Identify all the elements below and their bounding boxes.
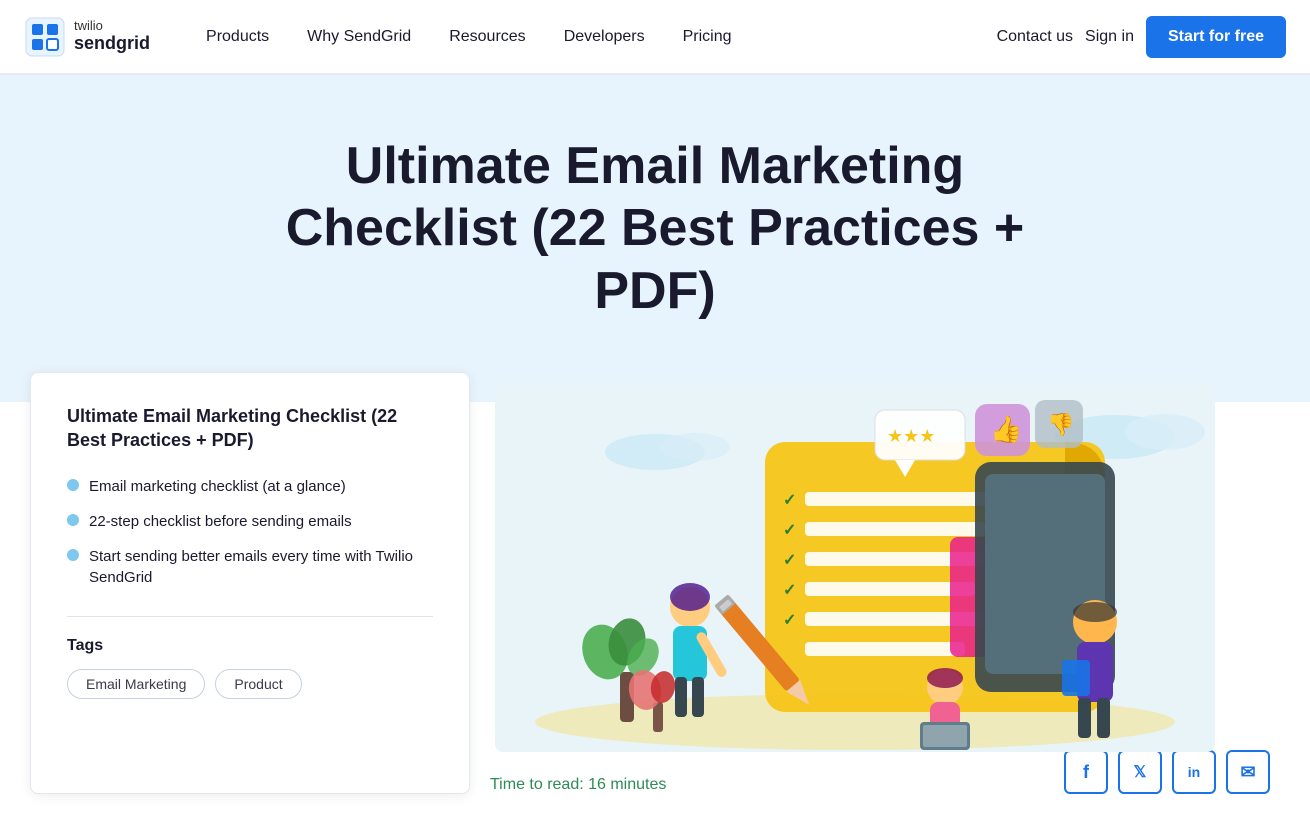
hero-title: Ultimate Email Marketing Checklist (22 B… xyxy=(245,135,1065,322)
svg-text:👎: 👎 xyxy=(1047,412,1074,437)
bullet-text-3: Start sending better emails every time w… xyxy=(89,546,433,588)
card-divider xyxy=(67,616,433,617)
svg-text:✓: ✓ xyxy=(783,522,796,539)
facebook-icon: f xyxy=(1083,762,1089,783)
list-item: Start sending better emails every time w… xyxy=(67,546,433,588)
facebook-share-button[interactable]: f xyxy=(1064,750,1108,794)
bullet-text-2: 22-step checklist before sending emails xyxy=(89,511,352,532)
time-to-read: Time to read: 16 minutes xyxy=(480,776,666,794)
illustration: ✓ ✓ ✓ ✓ ✓ xyxy=(480,382,1230,752)
nav-developers[interactable]: Developers xyxy=(548,20,661,54)
bullet-text-1: Email marketing checklist (at a glance) xyxy=(89,476,346,497)
logo-line1: twilio xyxy=(74,19,150,33)
svg-text:✓: ✓ xyxy=(783,612,796,629)
svg-text:★★★: ★★★ xyxy=(887,426,935,446)
nav-right: Contact us Sign in Start for free xyxy=(997,16,1286,58)
social-icons: f 𝕏 in ✉ xyxy=(1064,750,1280,794)
nav-signin[interactable]: Sign in xyxy=(1085,28,1134,46)
card-title: Ultimate Email Marketing Checklist (22 B… xyxy=(67,405,433,452)
nav-pricing[interactable]: Pricing xyxy=(667,20,748,54)
bottom-row: Time to read: 16 minutes f 𝕏 in ✉ xyxy=(480,760,1280,794)
nav-why-sendgrid[interactable]: Why SendGrid xyxy=(291,20,427,54)
bullet-dot xyxy=(67,479,79,491)
nav-products[interactable]: Products xyxy=(190,20,285,54)
svg-text:✓: ✓ xyxy=(783,492,796,509)
nav-resources[interactable]: Resources xyxy=(433,20,541,54)
svg-text:👍: 👍 xyxy=(990,414,1022,444)
toc-card: Ultimate Email Marketing Checklist (22 B… xyxy=(30,372,470,794)
tags-label: Tags xyxy=(67,637,433,655)
list-item: 22-step checklist before sending emails xyxy=(67,511,433,532)
tag-product[interactable]: Product xyxy=(215,669,301,699)
navbar: twilio sendgrid Products Why SendGrid Re… xyxy=(0,0,1310,75)
start-free-button[interactable]: Start for free xyxy=(1146,16,1286,58)
right-area: ✓ ✓ ✓ ✓ ✓ xyxy=(470,372,1280,794)
bullet-dot xyxy=(67,549,79,561)
logo[interactable]: twilio sendgrid xyxy=(24,16,150,58)
hero-section: Ultimate Email Marketing Checklist (22 B… xyxy=(0,75,1310,402)
linkedin-share-button[interactable]: in xyxy=(1172,750,1216,794)
bullet-dot xyxy=(67,514,79,526)
checklist-illustration: ✓ ✓ ✓ ✓ ✓ xyxy=(480,382,1230,752)
svg-text:✓: ✓ xyxy=(783,582,796,599)
twilio-logo-icon xyxy=(24,16,66,58)
tag-email-marketing[interactable]: Email Marketing xyxy=(67,669,205,699)
content-area: Ultimate Email Marketing Checklist (22 B… xyxy=(0,372,1310,794)
svg-text:✓: ✓ xyxy=(783,552,796,569)
list-item: Email marketing checklist (at a glance) xyxy=(67,476,433,497)
tags-row: Email Marketing Product xyxy=(67,669,433,699)
email-share-button[interactable]: ✉ xyxy=(1226,750,1270,794)
logo-line2: sendgrid xyxy=(74,34,150,54)
nav-links: Products Why SendGrid Resources Develope… xyxy=(190,20,997,54)
email-icon: ✉ xyxy=(1240,762,1255,783)
x-twitter-icon: 𝕏 xyxy=(1134,762,1147,782)
linkedin-icon: in xyxy=(1188,764,1200,780)
nav-contact[interactable]: Contact us xyxy=(997,28,1073,46)
bullet-list: Email marketing checklist (at a glance) … xyxy=(67,476,433,588)
twitter-share-button[interactable]: 𝕏 xyxy=(1118,750,1162,794)
